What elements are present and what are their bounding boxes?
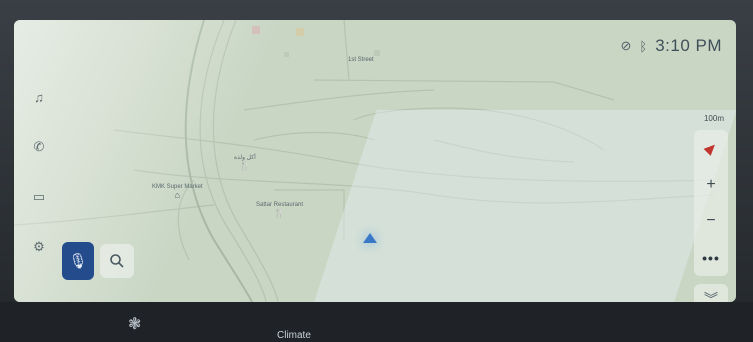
phone-icon[interactable]: ✆: [28, 136, 50, 158]
compass-button[interactable]: [694, 131, 728, 165]
climate-label[interactable]: Climate: [277, 330, 311, 341]
map-controls: + − •••: [694, 130, 728, 276]
bluetooth-icon: ᛒ: [639, 38, 648, 54]
bottom-bar: [0, 302, 753, 342]
infotainment-screen: ⊘ ᛒ 3:10 PM 1st Street أكل ولذة 🍴 KMK Su…: [14, 20, 736, 302]
car-icon[interactable]: ▭: [28, 186, 50, 208]
restaurant-icon: 🍴: [239, 161, 251, 171]
music-icon[interactable]: ♫: [28, 86, 50, 108]
shopping-icon: ⌂: [174, 190, 181, 200]
poi-sattar-restaurant[interactable]: Sattar Restaurant 🍴: [256, 202, 303, 218]
search-button[interactable]: [100, 244, 134, 278]
zoom-out-button[interactable]: −: [694, 204, 728, 238]
chevron-double-down-icon: ︾: [704, 291, 718, 302]
clock: 3:10 PM: [655, 36, 722, 55]
fan-icon[interactable]: ❃: [128, 314, 141, 334]
navigation-arrow-icon: [363, 233, 377, 243]
voice-assistant-button[interactable]: 🎙: [62, 242, 94, 280]
zoom-in-button[interactable]: +: [694, 168, 728, 202]
more-options-button[interactable]: •••: [694, 241, 728, 275]
location-off-icon: ⊘: [620, 38, 632, 53]
collapse-button[interactable]: ︾: [694, 284, 728, 302]
compass-icon: [703, 140, 719, 156]
poi-kmk-super-market[interactable]: KMK Super Market ⌂: [152, 184, 203, 200]
status-bar: ⊘ ᛒ 3:10 PM: [620, 36, 722, 56]
street-label: 1st Street: [348, 57, 374, 63]
search-icon: [110, 254, 124, 268]
restaurant-icon: 🍴: [273, 208, 286, 218]
left-rail: ♫ ✆ ▭ ⚙: [28, 86, 50, 258]
microphone-icon: 🎙: [68, 253, 88, 270]
map-scale: 100m: [703, 114, 724, 123]
poi-restaurant-arabic[interactable]: أكل ولذة 🍴: [234, 154, 256, 171]
settings-icon[interactable]: ⚙: [28, 236, 50, 258]
current-location-marker: [352, 226, 388, 250]
